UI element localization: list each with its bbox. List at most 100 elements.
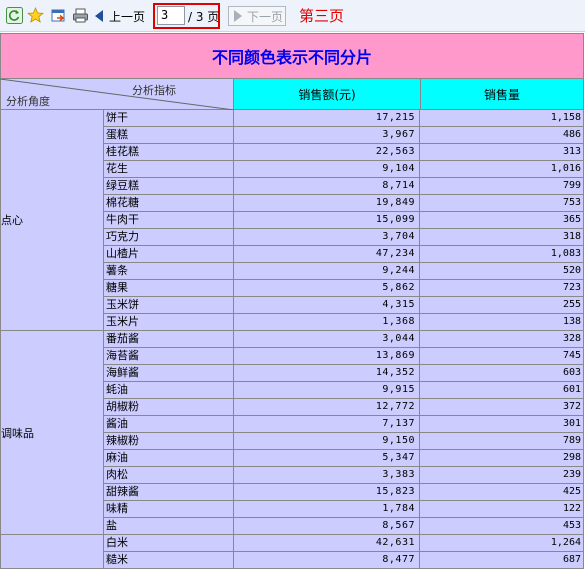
item-cell: 巧克力: [104, 229, 234, 245]
next-page-button[interactable]: 下一页: [228, 6, 286, 26]
sales-qty-cell: 1,083: [420, 246, 584, 262]
item-cell: 玉米片: [104, 314, 234, 330]
sales-amount-cell: 3,967: [234, 127, 420, 143]
sales-amount-cell: 3,704: [234, 229, 420, 245]
item-cell: 薯条: [104, 263, 234, 279]
item-cell: 甜辣酱: [104, 484, 234, 500]
table-row: 海苔酱 13,869 745: [104, 348, 584, 365]
item-cell: 玉米饼: [104, 297, 234, 313]
column-header-sales-amount: 销售额(元): [234, 79, 421, 110]
report-toolbar: 上一页 3 / 3 页 下一页 第三页: [0, 0, 585, 32]
sales-amount-cell: 7,137: [234, 416, 420, 432]
item-cell: 番茄酱: [104, 331, 234, 347]
table-row: 玉米片 1,368 138: [104, 314, 584, 331]
sales-amount-cell: 1,784: [234, 501, 420, 517]
sales-amount-cell: 12,772: [234, 399, 420, 415]
table-row: 盐 8,567 453: [104, 518, 584, 535]
table-row: 蛋糕 3,967 486: [104, 127, 584, 144]
sales-amount-cell: 4,315: [234, 297, 420, 313]
item-cell: 蛋糕: [104, 127, 234, 143]
item-cell: 花生: [104, 161, 234, 177]
sales-qty-cell: 313: [420, 144, 584, 160]
page-title: 第三页: [299, 7, 345, 25]
sales-amount-cell: 9,150: [234, 433, 420, 449]
table-row: 山楂片 47,234 1,083: [104, 246, 584, 263]
arrow-right-icon: [234, 10, 242, 22]
sales-qty-cell: 301: [420, 416, 584, 432]
item-cell: 味精: [104, 501, 234, 517]
sales-qty-cell: 520: [420, 263, 584, 279]
sales-amount-cell: 1,368: [234, 314, 420, 330]
table-row: 白米 42,631 1,264: [104, 535, 584, 552]
item-cell: 蚝油: [104, 382, 234, 398]
item-cell: 盐: [104, 518, 234, 534]
table-row: 番茄酱 3,044 328: [104, 331, 584, 348]
table-row: 酱油 7,137 301: [104, 416, 584, 433]
sales-qty-cell: 799: [420, 178, 584, 194]
page-total-label: / 3 页: [188, 10, 220, 24]
table-row: 牛肉干 15,099 365: [104, 212, 584, 229]
table-row: 糖果 5,862 723: [104, 280, 584, 297]
header-metric-label: 分析指标: [132, 84, 176, 97]
refresh-icon[interactable]: [6, 7, 23, 24]
sales-amount-cell: 8,567: [234, 518, 420, 534]
table-row: 薯条 9,244 520: [104, 263, 584, 280]
star-icon[interactable]: [27, 7, 44, 24]
item-cell: 辣椒粉: [104, 433, 234, 449]
print-icon[interactable]: [72, 7, 89, 24]
sales-qty-cell: 425: [420, 484, 584, 500]
export-icon[interactable]: [50, 7, 67, 24]
sales-qty-cell: 486: [420, 127, 584, 143]
table-row: 麻油 5,347 298: [104, 450, 584, 467]
item-cell: 胡椒粉: [104, 399, 234, 415]
sales-amount-cell: 22,563: [234, 144, 420, 160]
sales-amount-cell: 8,477: [234, 552, 420, 568]
sales-qty-cell: 1,016: [420, 161, 584, 177]
item-cell: 饼干: [104, 110, 234, 126]
sales-qty-cell: 328: [420, 331, 584, 347]
sales-amount-cell: 5,347: [234, 450, 420, 466]
sales-qty-cell: 298: [420, 450, 584, 466]
sales-qty-cell: 1,264: [420, 535, 584, 551]
sales-qty-cell: 723: [420, 280, 584, 296]
item-cell: 海鲜酱: [104, 365, 234, 381]
sales-amount-cell: 9,104: [234, 161, 420, 177]
sales-amount-cell: 3,383: [234, 467, 420, 483]
table-row: 桂花糕 22,563 313: [104, 144, 584, 161]
item-cell: 山楂片: [104, 246, 234, 262]
next-page-label: 下一页: [247, 9, 284, 24]
item-cell: 海苔酱: [104, 348, 234, 364]
sales-amount-cell: 42,631: [234, 535, 420, 551]
table-row: 棉花糖 19,849 753: [104, 195, 584, 212]
sales-amount-cell: 5,862: [234, 280, 420, 296]
sales-qty-cell: 753: [420, 195, 584, 211]
sales-qty-cell: 453: [420, 518, 584, 534]
table-row: 巧克力 3,704 318: [104, 229, 584, 246]
sales-qty-cell: 255: [420, 297, 584, 313]
sales-qty-cell: 239: [420, 467, 584, 483]
table-row: 甜辣酱 15,823 425: [104, 484, 584, 501]
table-row: 蚝油 9,915 601: [104, 382, 584, 399]
arrow-left-icon: [95, 10, 103, 22]
item-cell: 肉松: [104, 467, 234, 483]
prev-page-label: 上一页: [109, 9, 146, 24]
item-cell: 桂花糕: [104, 144, 234, 160]
table-row: 玉米饼 4,315 255: [104, 297, 584, 314]
sales-qty-cell: 372: [420, 399, 584, 415]
table-row: 胡椒粉 12,772 372: [104, 399, 584, 416]
item-cell: 棉花糖: [104, 195, 234, 211]
sales-amount-cell: 17,215: [234, 110, 420, 126]
sales-qty-cell: 745: [420, 348, 584, 364]
sales-amount-cell: 9,244: [234, 263, 420, 279]
table-row: 海鲜酱 14,352 603: [104, 365, 584, 382]
sales-qty-cell: 601: [420, 382, 584, 398]
table-row: 花生 9,104 1,016: [104, 161, 584, 178]
page-number-input[interactable]: 3: [157, 6, 185, 25]
sales-qty-cell: 318: [420, 229, 584, 245]
item-cell: 白米: [104, 535, 234, 551]
table-row: 绿豆糕 8,714 799: [104, 178, 584, 195]
table-row: 糙米 8,477 687: [104, 552, 584, 569]
sales-amount-cell: 14,352: [234, 365, 420, 381]
prev-page-button[interactable]: 上一页: [93, 6, 145, 26]
sales-amount-cell: 15,823: [234, 484, 420, 500]
